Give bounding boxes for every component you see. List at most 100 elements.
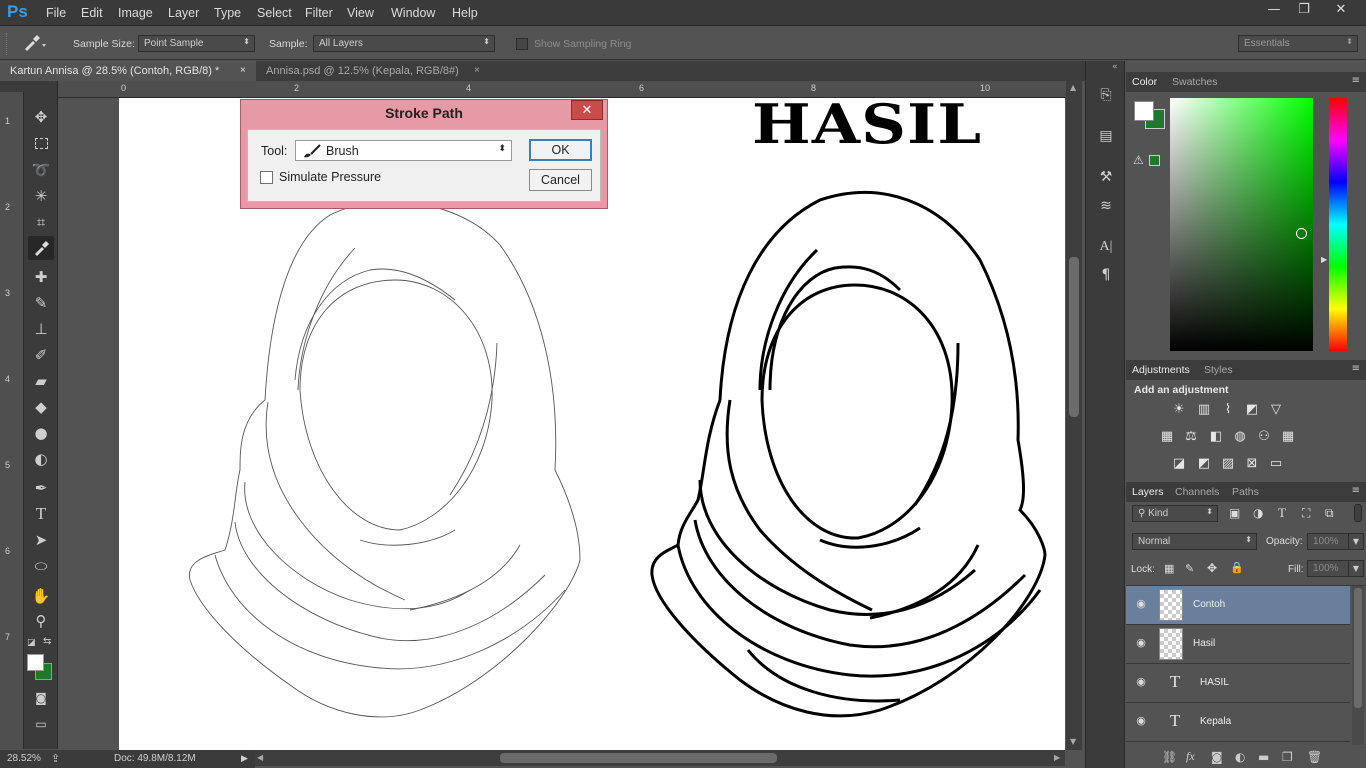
color-lookup-icon[interactable]: ▦ xyxy=(1279,429,1297,445)
character-panel-icon[interactable]: A| xyxy=(1096,239,1116,259)
link-layers-icon[interactable]: ⛓ xyxy=(1162,750,1177,764)
vertical-scrollbar[interactable]: ▲ ▼ xyxy=(1066,81,1082,750)
lock-image-icon[interactable]: ✎ xyxy=(1185,562,1194,575)
tab-kartun-annisa[interactable]: Kartun Annisa @ 28.5% (Contoh, RGB/8) * … xyxy=(0,61,256,81)
layer-filter-kind-select[interactable]: ⚲ Kind ⬍ xyxy=(1132,505,1218,522)
layer-row[interactable]: ◉ Hasil xyxy=(1126,625,1350,664)
screen-mode-icon[interactable]: ▭ xyxy=(28,712,54,736)
tab-styles[interactable]: Styles xyxy=(1204,364,1233,376)
filter-type-icon[interactable]: T xyxy=(1278,505,1286,521)
tab-layers[interactable]: Layers xyxy=(1132,486,1164,498)
menu-file[interactable]: File xyxy=(46,6,66,20)
add-mask-icon[interactable]: ◙ xyxy=(1211,750,1223,764)
lock-transparent-icon[interactable]: ▦ xyxy=(1164,562,1174,575)
tab-swatches[interactable]: Swatches xyxy=(1172,76,1218,88)
menu-image[interactable]: Image xyxy=(118,6,153,20)
curves-icon[interactable]: ⌇ xyxy=(1219,402,1237,418)
eyedropper-preset-icon[interactable] xyxy=(22,34,48,52)
menu-window[interactable]: Window xyxy=(391,6,435,20)
paint-bucket-tool-icon[interactable]: ◆ xyxy=(28,395,54,419)
blend-mode-select[interactable]: Normal ⬍ xyxy=(1132,533,1257,550)
properties-panel-icon[interactable]: ▤ xyxy=(1096,128,1116,148)
history-panel-icon[interactable]: ⎘ xyxy=(1096,87,1116,107)
visibility-eye-icon[interactable]: ◉ xyxy=(1133,597,1149,611)
new-adjustment-layer-icon[interactable]: ◐ xyxy=(1235,750,1245,764)
dialog-close-button[interactable]: ✕ xyxy=(571,100,603,120)
filter-pixel-icon[interactable]: ▣ xyxy=(1229,506,1240,520)
menu-help[interactable]: Help xyxy=(452,6,478,20)
quick-mask-icon[interactable]: ◙ xyxy=(28,686,54,710)
visibility-eye-icon[interactable]: ◉ xyxy=(1133,714,1149,728)
zoom-tool-icon[interactable]: ⚲ xyxy=(28,609,54,633)
layer-row[interactable]: ◉ Contoh xyxy=(1126,586,1350,625)
vertical-scroll-thumb[interactable] xyxy=(1069,257,1079,417)
hue-saturation-icon[interactable]: ▦ xyxy=(1158,429,1176,445)
clone-stamp-tool-icon[interactable]: ⊥ xyxy=(28,317,54,341)
cancel-button[interactable]: Cancel xyxy=(529,169,592,191)
type-tool-icon[interactable]: T xyxy=(28,502,54,526)
filter-shape-icon[interactable]: ⛶ xyxy=(1302,506,1310,521)
swap-colors-icon[interactable]: ⇆ xyxy=(43,636,51,647)
filter-toggle[interactable] xyxy=(1354,504,1362,522)
visibility-eye-icon[interactable]: ◉ xyxy=(1133,675,1149,689)
blur-tool-icon[interactable]: ● xyxy=(28,421,54,445)
layer-row[interactable]: ◉ T Kepala xyxy=(1126,703,1350,742)
fill-dropdown-icon[interactable]: ▼ xyxy=(1348,560,1364,577)
eraser-tool-icon[interactable]: ▰ xyxy=(28,369,54,393)
menu-select[interactable]: Select xyxy=(257,6,292,20)
panel-menu-icon[interactable]: ≡ xyxy=(1352,75,1360,86)
fill-field[interactable]: 100% xyxy=(1307,560,1350,577)
out-of-gamut-warning-icon[interactable]: ⚠ xyxy=(1133,153,1144,167)
close-window-button[interactable]: ✕ xyxy=(1318,0,1364,20)
color-balance-icon[interactable]: ⚖ xyxy=(1182,429,1200,445)
healing-brush-tool-icon[interactable]: ✚ xyxy=(28,265,54,289)
tab-paths[interactable]: Paths xyxy=(1232,486,1259,498)
move-tool-icon[interactable]: ✥ xyxy=(28,105,54,129)
restore-button[interactable]: ❐ xyxy=(1288,0,1320,20)
scroll-up-icon[interactable]: ▲ xyxy=(1070,83,1076,92)
color-field[interactable] xyxy=(1170,98,1313,351)
pen-tool-icon[interactable]: ✒ xyxy=(28,476,54,500)
status-menu-arrow-icon[interactable]: ▶ xyxy=(241,753,248,764)
default-colors-icon[interactable]: ◪ xyxy=(27,638,36,648)
foreground-color-swatch[interactable] xyxy=(27,654,44,671)
menu-view[interactable]: View xyxy=(347,6,374,20)
history-brush-tool-icon[interactable]: ✐ xyxy=(28,343,54,367)
panel-menu-icon[interactable]: ≡ xyxy=(1352,485,1360,496)
threshold-icon[interactable]: ▨ xyxy=(1219,456,1237,472)
minimize-button[interactable]: — xyxy=(1258,0,1290,20)
menu-edit[interactable]: Edit xyxy=(81,6,103,20)
close-tab-icon[interactable]: × xyxy=(240,65,246,76)
menu-filter[interactable]: Filter xyxy=(305,6,333,20)
paragraph-panel-icon[interactable]: ¶ xyxy=(1096,267,1116,287)
simulate-pressure-checkbox[interactable] xyxy=(260,171,273,184)
hue-slider-handle-icon[interactable]: ▶ xyxy=(1321,255,1327,264)
selective-color-icon[interactable]: ⊠ xyxy=(1243,456,1261,472)
zoom-level[interactable]: 28.52% xyxy=(7,753,41,764)
tab-adjustments[interactable]: Adjustments xyxy=(1132,364,1190,376)
black-white-icon[interactable]: ◧ xyxy=(1207,429,1225,445)
dodge-tool-icon[interactable]: ◐ xyxy=(28,447,54,471)
export-icon[interactable]: ⇪ xyxy=(51,752,60,765)
opacity-field[interactable]: 100% xyxy=(1307,533,1350,550)
delete-layer-icon[interactable]: 🗑 xyxy=(1307,750,1322,764)
expand-panels-icon[interactable]: « xyxy=(1112,62,1118,72)
levels-icon[interactable]: ▥ xyxy=(1195,402,1213,418)
channel-mixer-icon[interactable]: ⚇ xyxy=(1255,429,1273,445)
gamut-color-swatch[interactable] xyxy=(1149,155,1160,166)
horizontal-scrollbar[interactable]: ◀ ▶ xyxy=(255,750,1065,766)
marquee-tool-icon[interactable] xyxy=(28,131,54,155)
posterize-icon[interactable]: ◩ xyxy=(1195,456,1213,472)
color-picker-cursor[interactable] xyxy=(1296,228,1307,239)
path-selection-tool-icon[interactable]: ➤ xyxy=(28,528,54,552)
panel-menu-icon[interactable]: ≡ xyxy=(1352,363,1360,374)
eyedropper-tool-icon[interactable] xyxy=(28,236,54,260)
brush-presets-icon[interactable]: ≋ xyxy=(1096,198,1116,218)
ok-button[interactable]: OK xyxy=(529,139,592,161)
new-layer-icon[interactable]: ❐ xyxy=(1282,750,1293,764)
sample-select[interactable]: All Layers ⬍ xyxy=(313,35,495,52)
brush-tool-icon[interactable]: ✎ xyxy=(28,291,54,315)
layers-scrollbar[interactable] xyxy=(1352,586,1364,745)
scroll-right-icon[interactable]: ▶ xyxy=(1054,753,1060,762)
sample-size-select[interactable]: Point Sample ⬍ xyxy=(138,35,255,52)
